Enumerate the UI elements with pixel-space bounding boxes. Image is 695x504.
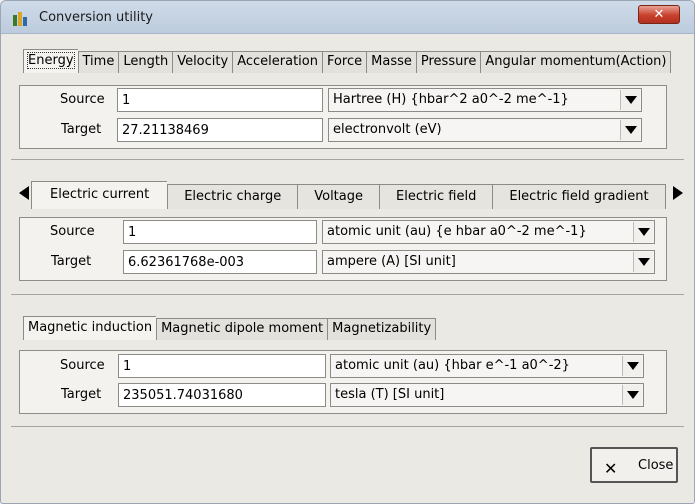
tab-force[interactable]: Force — [321, 51, 367, 73]
scroll-left-icon[interactable] — [19, 186, 29, 200]
tab-magnetic-dipole-moment[interactable]: Magnetic dipole moment — [156, 318, 328, 340]
electric-target-input[interactable] — [123, 250, 317, 274]
chevron-down-icon — [638, 258, 650, 266]
tab-masse[interactable]: Masse — [366, 51, 416, 73]
magnetic-target-input[interactable] — [118, 383, 326, 407]
magnetic-panel: Magnetic induction Magnetic dipole momen… — [11, 306, 684, 427]
tab-length[interactable]: Length — [118, 51, 173, 73]
tab-pressure[interactable]: Pressure — [415, 51, 481, 73]
energy-source-label: Source — [60, 92, 105, 107]
tab-magnetizability[interactable]: Magnetizability — [327, 318, 437, 340]
magnetic-source-dropdown-button[interactable] — [622, 356, 642, 376]
tab-voltage[interactable]: Voltage — [297, 184, 379, 209]
energy-target-label: Target — [61, 122, 102, 137]
energy-target-unit-value: electronvolt (eV) — [333, 122, 442, 137]
electric-source-label: Source — [50, 224, 95, 239]
tab-electric-field[interactable]: Electric field — [379, 184, 493, 209]
tab-angular-momentum[interactable]: Angular momentum(Action) — [480, 51, 672, 73]
energy-target-dropdown-button[interactable] — [620, 120, 640, 140]
magnetic-target-unit-select[interactable]: tesla (T) [SI unit] — [330, 383, 644, 407]
energy-target-unit-select[interactable]: electronvolt (eV) — [328, 118, 642, 142]
electric-panel: Electric current Electric charge Voltage… — [11, 172, 684, 295]
close-icon: ✕ — [604, 459, 618, 478]
electric-source-unit-select[interactable]: atomic unit (au) {e hbar a0^-2 me^-1} — [322, 220, 655, 244]
tab-velocity[interactable]: Velocity — [172, 51, 233, 73]
electric-target-dropdown-button[interactable] — [633, 252, 653, 272]
electric-target-unit-select[interactable]: ampere (A) [SI unit] — [322, 250, 655, 274]
close-icon: ✕ — [653, 7, 665, 22]
energy-tab-bar: Energy Time Length Velocity Acceleration… — [23, 49, 672, 73]
tab-magnetic-induction[interactable]: Magnetic induction — [23, 316, 157, 340]
magnetic-source-label: Source — [60, 358, 105, 373]
electric-tab-bar: Electric current Electric charge Voltage… — [31, 181, 666, 209]
window-close-button[interactable]: ✕ — [638, 5, 680, 24]
magnetic-target-dropdown-button[interactable] — [622, 385, 642, 405]
electric-frame: Source atomic unit (au) {e hbar a0^-2 me… — [19, 217, 667, 281]
titlebar: Conversion utility ✕ — [1, 1, 694, 34]
electric-source-unit-value: atomic unit (au) {e hbar a0^-2 me^-1} — [327, 224, 587, 239]
magnetic-source-input[interactable] — [118, 354, 326, 378]
scroll-right-icon[interactable] — [673, 186, 683, 200]
electric-target-unit-value: ampere (A) [SI unit] — [327, 254, 456, 269]
chevron-down-icon — [627, 391, 639, 399]
energy-source-input[interactable] — [117, 88, 323, 112]
chevron-down-icon — [625, 96, 637, 104]
magnetic-target-label: Target — [61, 387, 102, 402]
magnetic-source-unit-select[interactable]: atomic unit (au) {hbar e^-1 a0^-2} — [330, 354, 644, 378]
tab-electric-field-gradient[interactable]: Electric field gradient — [492, 184, 666, 209]
client-area: Energy Time Length Velocity Acceleration… — [7, 34, 688, 499]
close-button[interactable]: ✕ Close — [590, 447, 678, 483]
magnetic-target-unit-value: tesla (T) [SI unit] — [335, 387, 445, 402]
energy-target-input[interactable] — [117, 118, 323, 142]
window-title: Conversion utility — [39, 10, 153, 25]
app-icon — [13, 12, 27, 26]
tab-energy[interactable]: Energy — [23, 49, 78, 73]
energy-source-dropdown-button[interactable] — [620, 90, 640, 110]
app-window: Conversion utility ✕ Energy Time Length … — [0, 0, 695, 504]
magnetic-tab-bar: Magnetic induction Magnetic dipole momen… — [23, 316, 437, 340]
electric-source-input[interactable] — [123, 220, 317, 244]
close-button-label: Close — [638, 458, 674, 473]
energy-panel: Energy Time Length Velocity Acceleration… — [11, 47, 684, 160]
energy-frame: Source Hartree (H) {hbar^2 a0^-2 me^-1} … — [19, 85, 667, 149]
energy-source-unit-select[interactable]: Hartree (H) {hbar^2 a0^-2 me^-1} — [328, 88, 642, 112]
tab-electric-charge[interactable]: Electric charge — [167, 184, 298, 209]
chevron-down-icon — [625, 126, 637, 134]
energy-source-unit-value: Hartree (H) {hbar^2 a0^-2 me^-1} — [333, 92, 569, 107]
tab-time[interactable]: Time — [77, 51, 119, 73]
magnetic-source-unit-value: atomic unit (au) {hbar e^-1 a0^-2} — [335, 358, 570, 373]
chevron-down-icon — [627, 362, 639, 370]
magnetic-frame: Source atomic unit (au) {hbar e^-1 a0^-2… — [19, 350, 667, 414]
chevron-down-icon — [638, 228, 650, 236]
tab-acceleration[interactable]: Acceleration — [232, 51, 322, 73]
electric-source-dropdown-button[interactable] — [633, 222, 653, 242]
tab-electric-current[interactable]: Electric current — [31, 181, 168, 209]
electric-target-label: Target — [51, 254, 92, 269]
